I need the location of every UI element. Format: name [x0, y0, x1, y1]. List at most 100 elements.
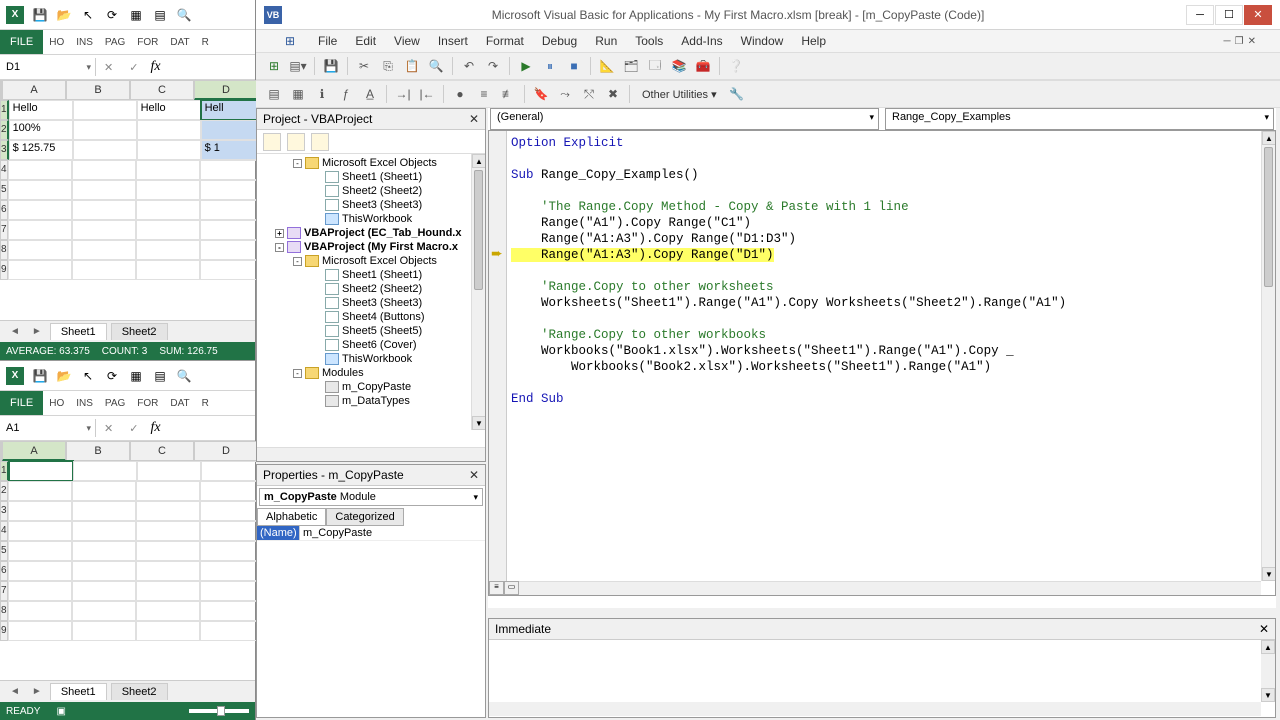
ribbon-tab[interactable]: R	[196, 393, 215, 414]
horizontal-scrollbar[interactable]	[257, 447, 485, 461]
pointer-icon[interactable]: ↖	[80, 7, 96, 23]
cell[interactable]	[136, 220, 200, 240]
cell[interactable]	[200, 541, 264, 561]
row-header[interactable]: 4	[0, 160, 8, 180]
menu-file[interactable]: File	[318, 34, 337, 48]
cell[interactable]	[73, 100, 137, 120]
cell[interactable]	[201, 461, 265, 481]
cell[interactable]	[200, 180, 264, 200]
minimize-button[interactable]: ─	[1186, 5, 1214, 25]
cell[interactable]	[200, 501, 264, 521]
code-editor[interactable]: ➨ Option Explicit Sub Range_Copy_Example…	[488, 130, 1276, 596]
cell[interactable]	[8, 220, 72, 240]
cell[interactable]: $ 125.75	[9, 140, 73, 160]
ribbon-tab[interactable]: FOR	[131, 393, 164, 414]
properties-icon[interactable]: 🗔	[645, 56, 665, 76]
column-header[interactable]: C	[130, 441, 194, 461]
cell[interactable]	[72, 180, 136, 200]
cell[interactable]	[136, 200, 200, 220]
row-header[interactable]: 8	[0, 601, 8, 621]
row-header[interactable]: 5	[0, 541, 8, 561]
close-icon[interactable]: ✕	[469, 468, 479, 482]
project-tree[interactable]: -Microsoft Excel ObjectsSheet1 (Sheet1)S…	[257, 154, 485, 444]
row-header[interactable]: 2	[0, 120, 9, 140]
tree-item[interactable]: Sheet1 (Sheet1)	[261, 268, 481, 282]
filter-icon[interactable]: ▤	[152, 7, 168, 23]
sheet-tab-active[interactable]: Sheet1	[50, 323, 107, 340]
horizontal-scrollbar[interactable]	[489, 702, 1261, 716]
menu-tools[interactable]: Tools	[635, 34, 663, 48]
immediate-input[interactable]: ▲▼	[489, 640, 1275, 716]
menu-window[interactable]: Window	[741, 34, 784, 48]
cell[interactable]	[8, 240, 72, 260]
cell[interactable]	[136, 581, 200, 601]
sheet-nav-prev-icon[interactable]: ◄	[6, 686, 24, 697]
tree-item[interactable]: Sheet5 (Sheet5)	[261, 324, 481, 338]
sheet-tab[interactable]: Sheet2	[111, 323, 168, 340]
property-row[interactable]: (Name) m_CopyPaste	[257, 526, 485, 541]
row-header[interactable]: 7	[0, 581, 8, 601]
cell[interactable]	[136, 561, 200, 581]
row-header[interactable]: 9	[0, 260, 8, 280]
clear-bookmarks-icon[interactable]: ✖	[603, 84, 623, 104]
cell[interactable]	[200, 260, 264, 280]
column-header[interactable]: B	[66, 80, 130, 100]
sheet-tab-active[interactable]: Sheet1	[50, 683, 107, 700]
save-icon[interactable]: 💾	[321, 56, 341, 76]
help-icon[interactable]: ❔	[726, 56, 746, 76]
cell[interactable]	[200, 621, 264, 641]
tree-item[interactable]: +VBAProject (EC_Tab_Hound.x	[261, 226, 481, 240]
project-explorer-icon[interactable]: 🗂	[621, 56, 641, 76]
worksheet-grid[interactable]: A B C D 1 2 3 4 5 6 7 8 9	[0, 441, 255, 641]
tree-item[interactable]: Sheet4 (Buttons)	[261, 310, 481, 324]
cut-icon[interactable]: ✂	[354, 56, 374, 76]
cell[interactable]	[8, 581, 72, 601]
cell[interactable]: Hello	[137, 100, 201, 120]
cell[interactable]	[136, 240, 200, 260]
breakpoint-icon[interactable]: ●	[450, 84, 470, 104]
paste-icon[interactable]: 📋	[402, 56, 422, 76]
fx-icon[interactable]: fx	[146, 420, 164, 436]
indent-icon[interactable]: →|	[393, 84, 413, 104]
object-dropdown[interactable]: m_CopyPaste Module	[259, 488, 483, 506]
ribbon-tab[interactable]: PAG	[99, 32, 131, 53]
table-icon[interactable]: ▦	[128, 368, 144, 384]
zoom-icon[interactable]: 🔍	[176, 368, 192, 384]
run-icon[interactable]: ▶	[516, 56, 536, 76]
row-header[interactable]: 9	[0, 621, 8, 641]
column-header[interactable]: D	[194, 80, 258, 100]
tree-item[interactable]: -Microsoft Excel Objects	[261, 254, 481, 268]
row-header[interactable]: 7	[0, 220, 8, 240]
cell[interactable]	[136, 621, 200, 641]
cell[interactable]	[72, 501, 136, 521]
tab-categorized[interactable]: Categorized	[326, 508, 403, 526]
uncomment-block-icon[interactable]: ≢	[498, 84, 518, 104]
parameter-info-icon[interactable]: ƒ	[336, 84, 356, 104]
row-header[interactable]: 1	[0, 100, 9, 120]
tree-item[interactable]: Sheet2 (Sheet2)	[261, 184, 481, 198]
enter-icon[interactable]: ✓	[121, 61, 146, 74]
sheet-nav-next-icon[interactable]: ►	[28, 686, 46, 697]
break-icon[interactable]: ⏸	[540, 56, 560, 76]
cell[interactable]	[200, 160, 264, 180]
bookmark-icon[interactable]: 🔖	[531, 84, 551, 104]
view-code-icon[interactable]	[263, 133, 281, 151]
tree-item[interactable]: ThisWorkbook	[261, 212, 481, 226]
file-tab[interactable]: FILE	[0, 391, 43, 415]
tree-item[interactable]: Sheet1 (Sheet1)	[261, 170, 481, 184]
tree-item[interactable]: Sheet6 (Cover)	[261, 338, 481, 352]
mdi-restore-icon[interactable]: ❐	[1235, 36, 1244, 47]
sheet-nav-prev-icon[interactable]: ◄	[6, 326, 24, 337]
code-margin[interactable]: ➨	[489, 131, 507, 581]
cell[interactable]	[136, 481, 200, 501]
ribbon-tab[interactable]: INS	[70, 32, 99, 53]
name-box[interactable]: A1	[0, 419, 96, 437]
row-header[interactable]: 5	[0, 180, 8, 200]
excel-switch-icon[interactable]: ⊞	[280, 31, 300, 51]
procedure-list-dropdown[interactable]: Range_Copy_Examples	[885, 108, 1274, 130]
object-list-dropdown[interactable]: (General)	[490, 108, 879, 130]
menu-insert[interactable]: Insert	[438, 34, 468, 48]
cell[interactable]	[8, 160, 72, 180]
menu-view[interactable]: View	[394, 34, 420, 48]
close-button[interactable]: ✕	[1244, 5, 1272, 25]
